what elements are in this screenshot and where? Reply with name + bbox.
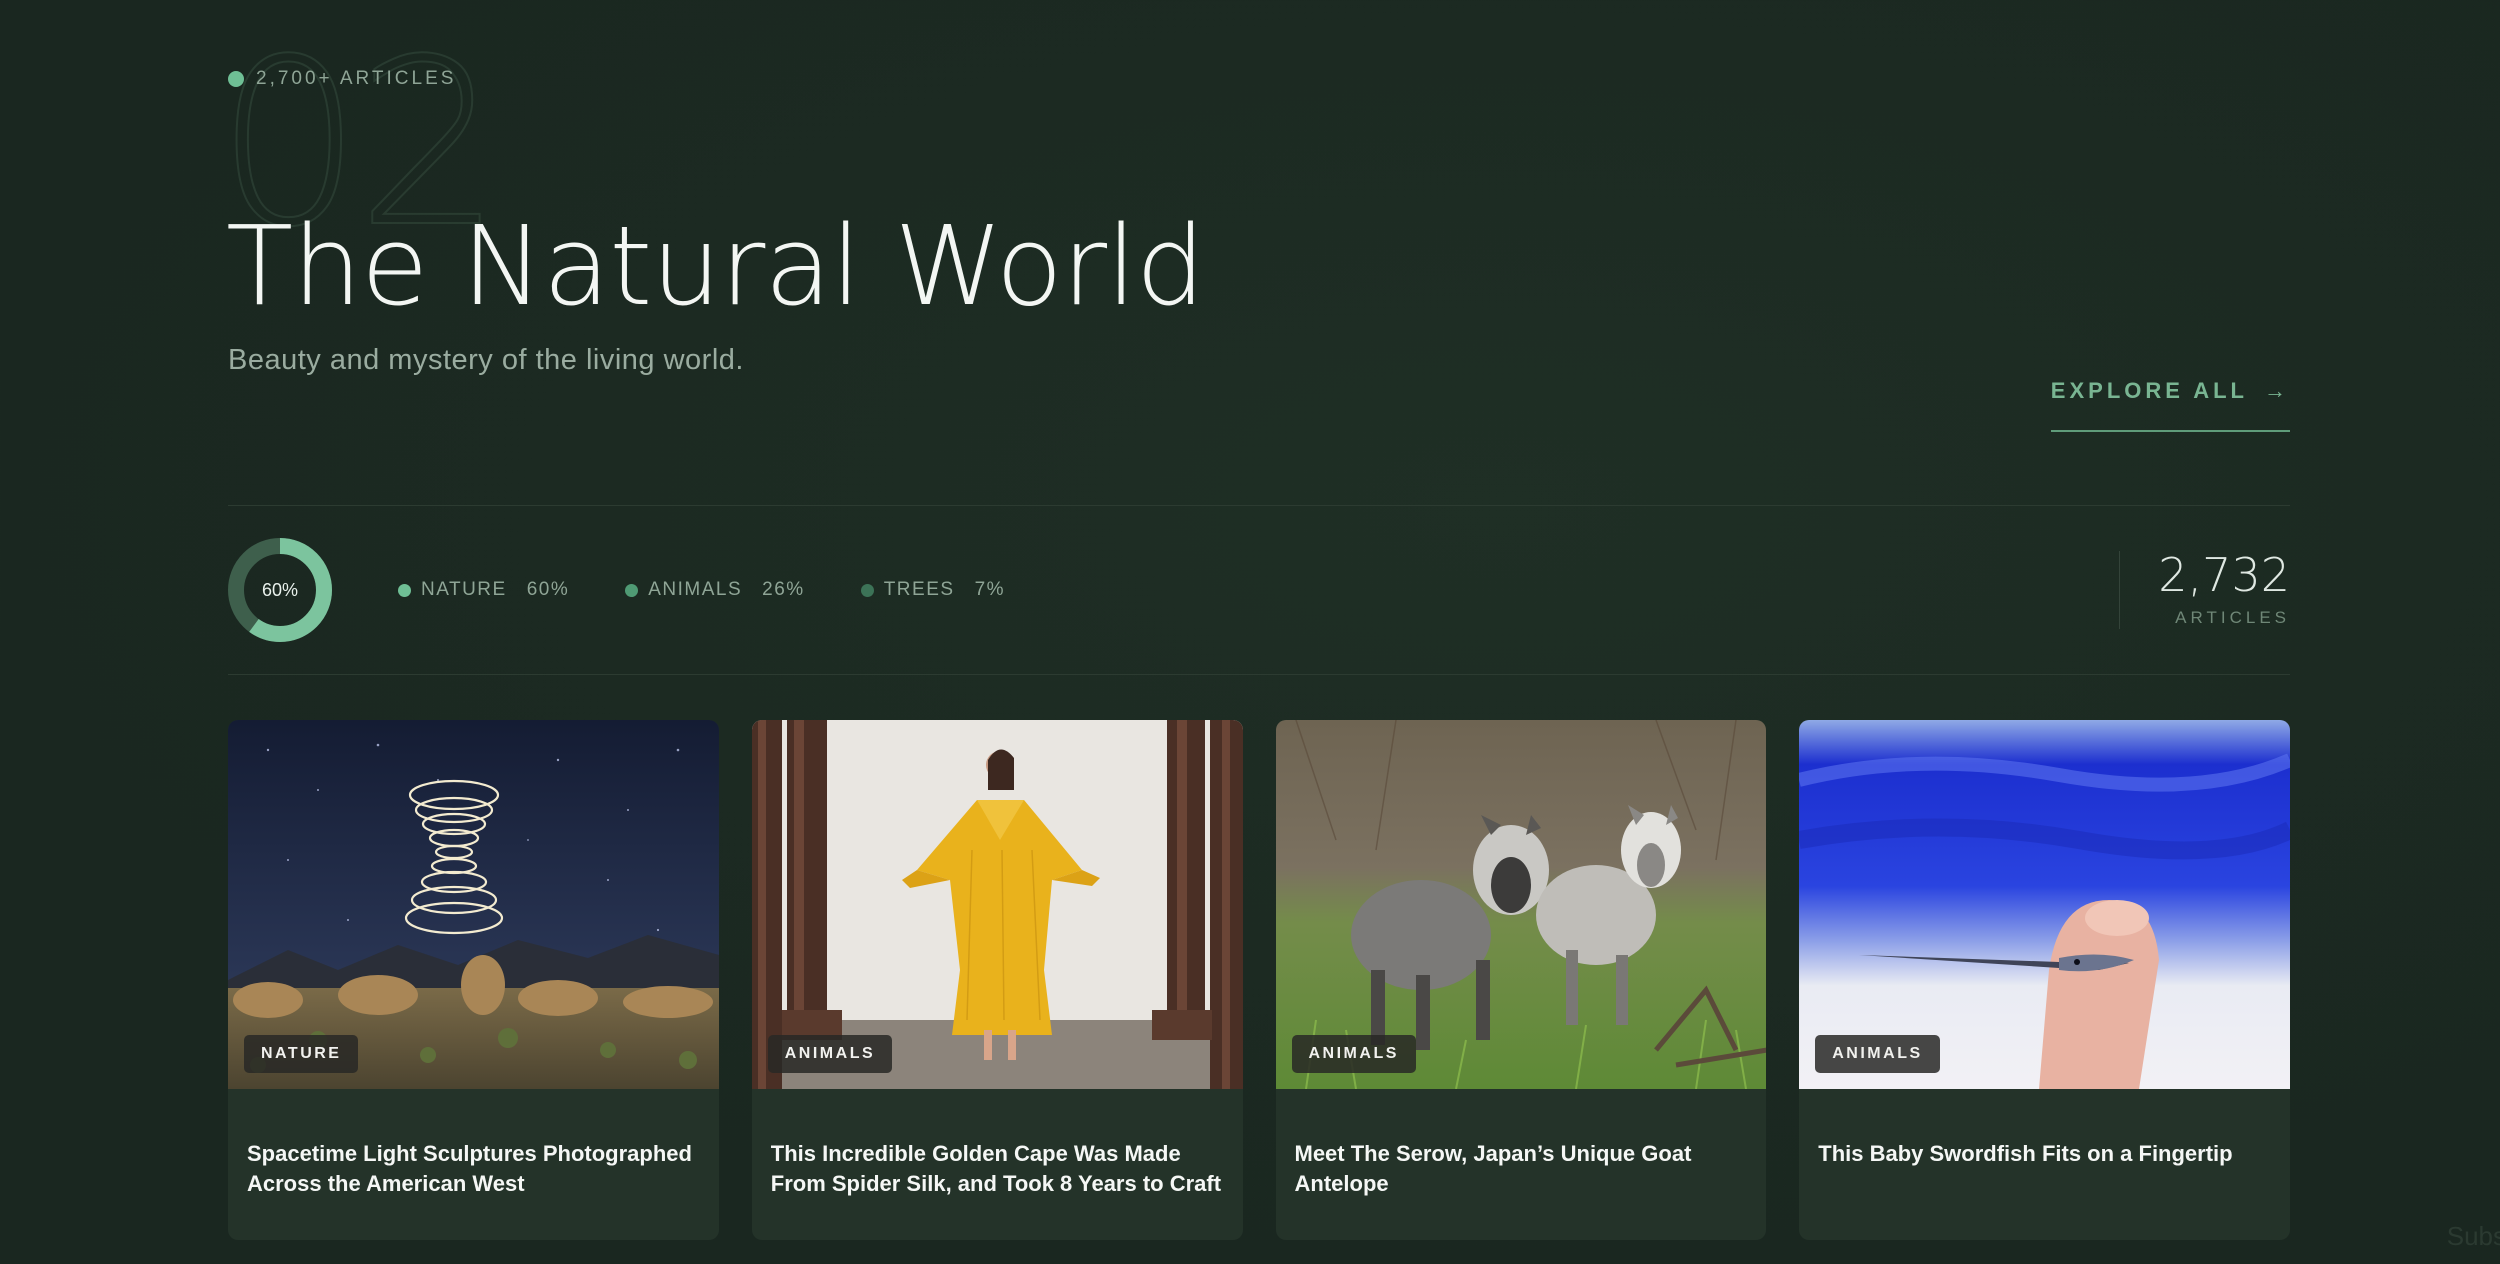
article-card[interactable]: ANIMALS Meet The Serow, Japan’s Unique G… — [1275, 720, 1767, 1240]
category-tag[interactable]: NATURE — [244, 1035, 359, 1073]
article-count-eyebrow: 2,700+ ARTICLES — [228, 68, 456, 90]
legend-dot — [625, 583, 639, 597]
legend-name: NATURE — [421, 579, 507, 600]
category-tag[interactable]: ANIMALS — [1291, 1035, 1416, 1073]
card-image-baby-swordfish[interactable]: ANIMALS — [1799, 720, 2290, 1089]
legend-item-nature[interactable]: NATURE 60% — [398, 579, 569, 601]
subscribe-hint: Subs — [2446, 1221, 2500, 1251]
category-tag[interactable]: ANIMALS — [1815, 1035, 1940, 1073]
article-card[interactable]: NATURE Spacetime Light Sculptures Photog… — [228, 720, 719, 1240]
legend-value: 60% — [526, 579, 570, 600]
legend-name: TREES — [883, 579, 955, 600]
explore-all-link[interactable]: EXPLORE ALL → — [2050, 378, 2290, 432]
donut-label: 60% — [261, 579, 299, 600]
article-card-grid: NATURE Spacetime Light Sculptures Photog… — [228, 720, 2290, 1240]
category-donut-chart: 60% — [228, 538, 332, 642]
legend-value: 7% — [974, 579, 1006, 600]
eyebrow-dot — [228, 71, 244, 87]
divider-bottom — [228, 674, 2290, 675]
total-count-label: ARTICLES — [2175, 608, 2290, 627]
section-title: The Natural World — [226, 202, 1205, 330]
article-card[interactable]: ANIMALS This Baby Swordfish Fits on a Fi… — [1799, 720, 2290, 1240]
arrow-right-icon: → — [2264, 378, 2290, 403]
legend-item-animals[interactable]: ANIMALS 26% — [625, 579, 804, 601]
section-subtitle: Beauty and mystery of the living world. — [228, 344, 744, 376]
legend-dot — [398, 583, 411, 597]
card-image-serow[interactable]: ANIMALS — [1275, 720, 1767, 1089]
card-image-desert-light-sculpture[interactable]: NATURE — [228, 720, 719, 1089]
total-articles-count: 2,732 ARTICLES — [2119, 551, 2290, 629]
card-title[interactable]: Meet The Serow, Japan’s Unique Goat Ante… — [1276, 1089, 1767, 1199]
card-image-golden-cape[interactable]: ANIMALS — [751, 720, 1243, 1089]
card-title[interactable]: This Incredible Golden Cape Was Made Fro… — [752, 1089, 1243, 1199]
legend-item-trees[interactable]: TREES 7% — [860, 579, 1006, 601]
article-card[interactable]: ANIMALS This Incredible Golden Cape Was … — [751, 720, 1243, 1240]
legend-name: ANIMALS — [648, 579, 743, 600]
stats-bar: 60% NATURE 60% ANIMALS 26% TREES 7% 2,73… — [228, 506, 2290, 674]
category-legend: NATURE 60% ANIMALS 26% TREES 7% — [398, 579, 1005, 601]
legend-dot — [860, 583, 874, 597]
eyebrow-text: 2,700+ ARTICLES — [256, 68, 457, 89]
total-count-number: 2,732 — [2158, 548, 2290, 602]
card-title[interactable]: Spacetime Light Sculptures Photographed … — [228, 1089, 719, 1199]
card-title[interactable]: This Baby Swordfish Fits on a Fingertip — [1799, 1089, 2290, 1169]
category-tag[interactable]: ANIMALS — [767, 1035, 893, 1073]
explore-all-label: EXPLORE ALL — [2050, 378, 2248, 403]
legend-value: 26% — [762, 579, 805, 600]
